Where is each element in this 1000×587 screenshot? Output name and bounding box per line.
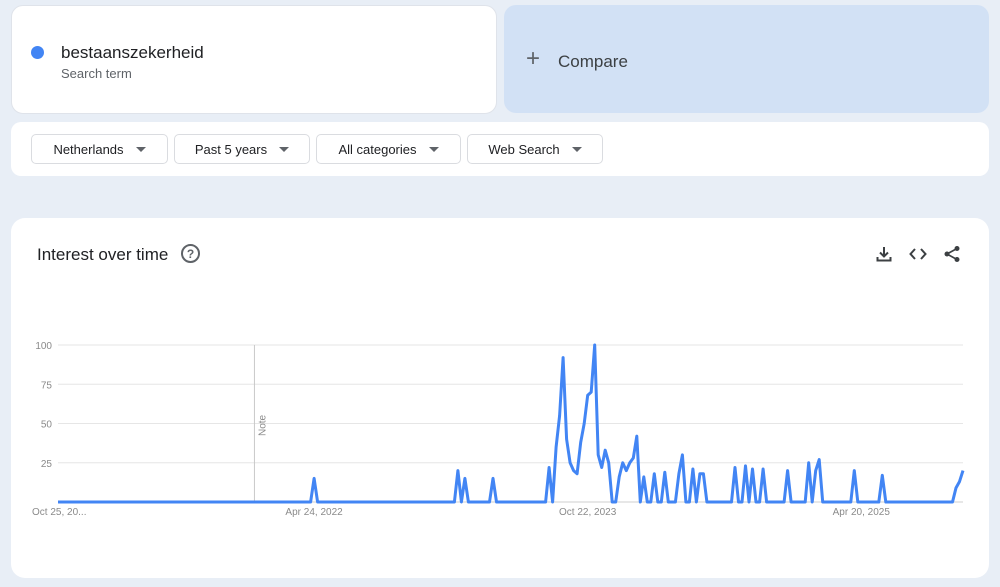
category-label: All categories (338, 141, 417, 157)
period-dropdown[interactable]: Past 5 years (174, 134, 310, 164)
x-tick-label: Apr 20, 2025 (833, 507, 891, 518)
region-label: Netherlands (53, 141, 124, 157)
filter-bar: Netherlands Past 5 years All categories … (11, 122, 989, 176)
y-tick-label: 50 (41, 420, 53, 431)
x-tick-label: Apr 24, 2022 (285, 507, 343, 518)
series-color-dot (31, 46, 44, 59)
property-label: Web Search (488, 141, 560, 157)
compare-label: Compare (558, 52, 628, 71)
x-tick-label: Oct 25, 20... (32, 507, 86, 518)
caret-down-icon (571, 146, 582, 152)
caret-down-icon (279, 146, 290, 152)
y-tick-label: 100 (35, 341, 52, 352)
search-term-name[interactable]: bestaanszekerheid (61, 43, 204, 63)
period-label: Past 5 years (194, 141, 268, 157)
line-chart: Note 100 75 50 25 Oct 25, 20... Apr 24, 2022 O… (32, 341, 965, 518)
compare-button[interactable]: + Compare (504, 5, 989, 113)
search-term-subtitle: Search term (61, 66, 132, 81)
caret-down-icon (135, 146, 146, 152)
note-label[interactable]: Note (257, 414, 268, 436)
region-dropdown[interactable]: Netherlands (31, 134, 168, 164)
y-tick-label: 75 (41, 380, 53, 391)
search-property-dropdown[interactable]: Web Search (467, 134, 603, 164)
caret-down-icon (428, 146, 439, 152)
category-dropdown[interactable]: All categories (316, 134, 461, 164)
y-tick-label: 25 (41, 459, 53, 470)
plus-icon: + (526, 45, 541, 72)
x-tick-label: Oct 22, 2023 (559, 507, 617, 518)
search-term-card[interactable]: bestaanszekerheid Search term (11, 5, 497, 114)
interest-over-time-card: Interest over time ? Note 100 75 50 25 Oct 2… (11, 218, 989, 578)
